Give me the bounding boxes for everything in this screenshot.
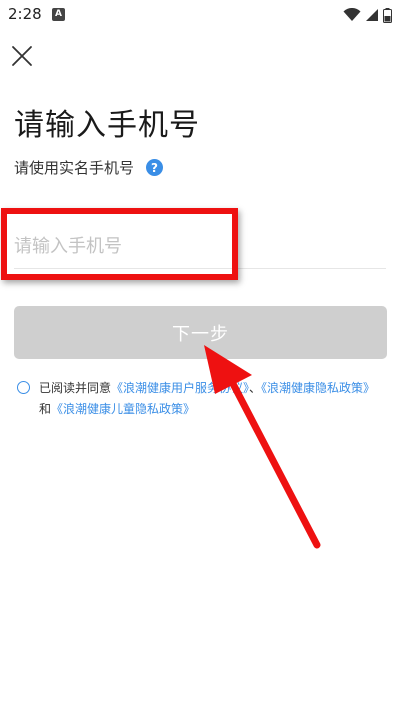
help-icon[interactable]: ?: [146, 159, 164, 176]
battery-icon: [383, 7, 392, 23]
agreement-separator: 、: [249, 381, 262, 395]
privacy-policy-link[interactable]: 《浪潮健康隐私政策》: [261, 381, 375, 395]
wifi-icon: [343, 8, 361, 21]
status-bar: 2:28 A: [0, 0, 400, 30]
next-button[interactable]: 下一步: [14, 306, 387, 359]
status-icons: [343, 6, 392, 24]
agreement-and: 和: [39, 402, 52, 416]
agreement-row: 已阅读并同意《浪潮健康用户服务协议》、《浪潮健康隐私政策》和《浪潮健康儿童隐私政…: [17, 378, 382, 420]
close-icon: [12, 46, 32, 66]
children-privacy-policy-link[interactable]: 《浪潮健康儿童隐私政策》: [51, 402, 195, 416]
agreement-text: 已阅读并同意《浪潮健康用户服务协议》、《浪潮健康隐私政策》和《浪潮健康儿童隐私政…: [39, 378, 382, 420]
notification-a-icon: A: [52, 8, 65, 21]
agreement-prefix: 已阅读并同意: [39, 381, 112, 395]
subtitle-row: 请使用实名手机号 ?: [14, 157, 164, 178]
status-time: 2:28: [8, 5, 42, 23]
user-service-agreement-link[interactable]: 《浪潮健康用户服务协议》: [111, 381, 249, 395]
annotation-highlight-box: [1, 208, 238, 280]
subtitle: 请使用实名手机号: [14, 159, 135, 177]
agreement-radio[interactable]: [17, 381, 30, 394]
page-title: 请输入手机号: [14, 108, 200, 143]
signal-icon: [366, 9, 378, 21]
close-button[interactable]: [10, 44, 34, 68]
